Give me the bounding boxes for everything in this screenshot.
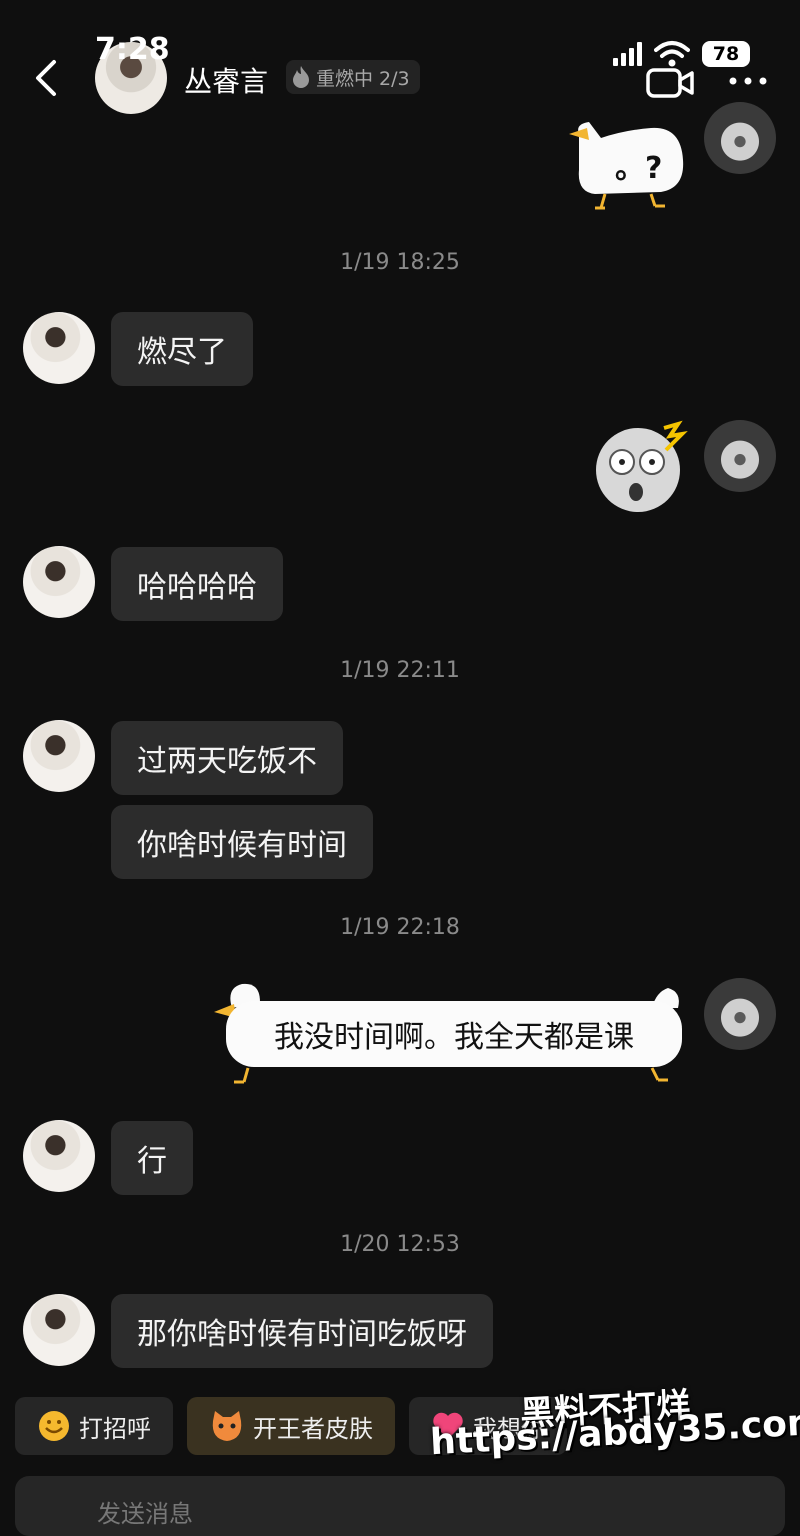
message-bubble[interactable]: 那你啥时候有时间吃饭呀	[111, 1294, 493, 1368]
message-bubble[interactable]: 你啥时候有时间	[111, 805, 373, 879]
streak-badge[interactable]: 重燃中 2/3	[286, 60, 420, 94]
wifi-icon	[654, 41, 690, 67]
message-bubble-sent[interactable]: 我没时间啊。我全天都是课	[226, 1001, 682, 1067]
message-bubble[interactable]: 燃尽了	[111, 312, 253, 386]
battery-icon: 78	[702, 41, 750, 67]
streak-text: 重燃中 2/3	[316, 67, 410, 90]
message-input[interactable]: 发送消息	[97, 1494, 193, 1529]
timestamp: 1/19 22:11	[340, 658, 460, 683]
back-arrow-icon[interactable]	[28, 56, 68, 100]
svg-text:。?: 。?	[615, 151, 662, 186]
contact-avatar-small[interactable]	[23, 1294, 95, 1366]
status-icons: 78	[613, 40, 750, 68]
contact-avatar-small[interactable]	[23, 1120, 95, 1192]
status-time: 7:28	[95, 32, 170, 67]
message-bubble[interactable]: 过两天吃饭不	[111, 721, 343, 795]
timestamp: 1/20 12:53	[340, 1232, 460, 1257]
timestamp: 1/19 22:18	[340, 915, 460, 940]
my-avatar[interactable]	[704, 420, 776, 492]
shocked-emoji-sticker[interactable]	[590, 420, 690, 514]
contact-avatar-small[interactable]	[23, 312, 95, 384]
chip-skin[interactable]: 开王者皮肤	[187, 1397, 395, 1455]
my-avatar[interactable]	[704, 102, 776, 174]
signal-icon	[613, 42, 642, 66]
chip-greet[interactable]: 打招呼	[15, 1397, 173, 1455]
chip-label: 打招呼	[79, 1414, 151, 1443]
message-input-bar[interactable]: 发送消息	[15, 1476, 785, 1536]
goose-question-sticker[interactable]: 。?	[565, 120, 687, 212]
contact-name[interactable]: 丛睿言	[184, 60, 268, 100]
smile-emoji-icon	[39, 1411, 69, 1441]
cat-mascot-icon	[212, 1411, 242, 1441]
contact-avatar-small[interactable]	[23, 546, 95, 618]
video-call-icon[interactable]	[646, 68, 694, 98]
my-avatar[interactable]	[704, 978, 776, 1050]
flame-icon	[293, 66, 309, 88]
message-bubble[interactable]: 哈哈哈哈	[111, 547, 283, 621]
contact-avatar-small[interactable]	[23, 720, 95, 792]
timestamp: 1/19 18:25	[340, 250, 460, 275]
more-options-icon[interactable]	[728, 76, 768, 86]
message-bubble[interactable]: 行	[111, 1121, 193, 1195]
chip-label: 开王者皮肤	[253, 1414, 373, 1443]
